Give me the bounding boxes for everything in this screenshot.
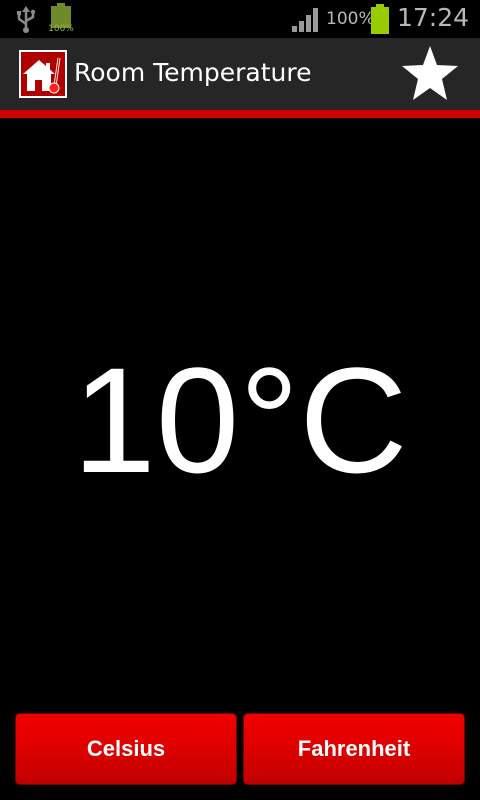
screen: 100% 100% 17:24 Room Temperature 10°C Ce…: [0, 0, 480, 800]
signal-icon: [292, 8, 318, 32]
fahrenheit-button[interactable]: Fahrenheit: [243, 713, 465, 785]
app-title: Room Temperature: [74, 58, 312, 87]
clock: 17:24: [397, 3, 470, 32]
temperature-display: 10°C: [72, 336, 408, 504]
house-thermometer-icon[interactable]: [19, 50, 67, 98]
battery-percent: 100%: [326, 9, 375, 29]
battery-icon: [371, 4, 389, 34]
celsius-button[interactable]: Celsius: [15, 713, 237, 785]
star-icon[interactable]: [400, 44, 460, 104]
usb-icon: [17, 6, 36, 33]
accent-divider: [0, 110, 480, 118]
status-bar: 100% 100% 17:24: [0, 0, 480, 38]
sd-battery-label: 100%: [48, 24, 74, 34]
action-bar: Room Temperature: [0, 38, 480, 110]
